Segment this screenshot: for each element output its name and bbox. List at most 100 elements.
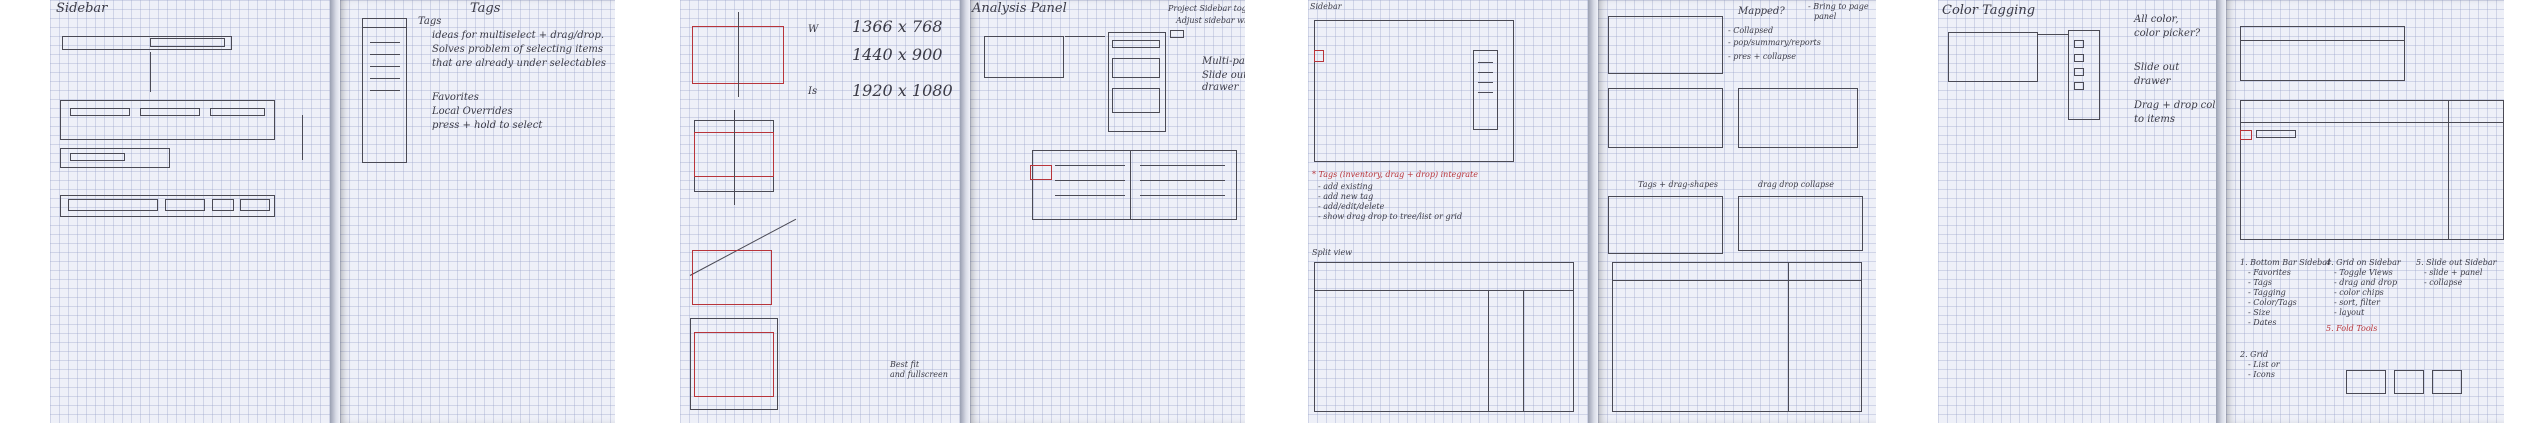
sketch-page-1-right: Tags Tags ideas for multiselect + drag/d… bbox=[340, 0, 615, 423]
sidebar-item-line bbox=[370, 78, 400, 79]
pane-note: Multi-pane bbox=[1202, 56, 1245, 67]
mapped-note: - pres + collapse bbox=[1728, 52, 1796, 61]
bottom-note-d: - Icons bbox=[2248, 370, 2275, 379]
grid-line bbox=[1140, 195, 1225, 196]
wireframe-window bbox=[1948, 32, 2038, 82]
bottom-note-a: 1. Bottom Bar Sidebar bbox=[2240, 258, 2331, 267]
sidebar-item-line bbox=[370, 66, 400, 67]
wireframe-row bbox=[2256, 130, 2296, 138]
color-chip bbox=[2074, 68, 2084, 76]
sidebar-item-line bbox=[1478, 92, 1493, 93]
wireframe-field bbox=[1112, 88, 1160, 113]
tags-list-item: Local Overrides bbox=[432, 106, 513, 117]
mapped-title: Mapped? bbox=[1738, 6, 1785, 17]
sketch-page-2-left: W 1366 x 768 1440 x 900 Is 1920 x 1080 B… bbox=[680, 0, 960, 423]
bottom-note-a: - Tags bbox=[2248, 278, 2272, 287]
pane-note: drawer bbox=[1202, 82, 1239, 93]
section-label: Tags + drag-shapes bbox=[1638, 180, 1719, 189]
bottom-note-b: 4. Grid on Sidebar bbox=[2326, 258, 2401, 267]
arrow-line bbox=[738, 12, 739, 97]
bottom-note-c: 5. Slide out Sidebar bbox=[2416, 258, 2497, 267]
wireframe-field bbox=[1112, 40, 1160, 48]
wireframe-header bbox=[362, 18, 407, 28]
wireframe-window bbox=[1314, 262, 1574, 412]
bottom-note-b: 5. Fold Tools bbox=[2326, 324, 2378, 333]
bottom-note-b: - layout bbox=[2334, 308, 2365, 317]
tag-note: - add/edit/delete bbox=[1318, 202, 1385, 211]
wireframe-window bbox=[1608, 88, 1723, 148]
wireframe-screen bbox=[694, 332, 774, 397]
sidebar-item-line bbox=[1478, 72, 1493, 73]
wireframe-selection bbox=[1030, 165, 1052, 180]
sketch-page-3-left: Sidebar * Tags (inventory, drag + drop) … bbox=[1308, 0, 1588, 423]
bottom-note-b: - drag and drop bbox=[2334, 278, 2398, 287]
color-note: All color, bbox=[2134, 14, 2179, 25]
wireframe-window bbox=[1738, 88, 1858, 148]
notebook-gutter bbox=[2216, 0, 2226, 423]
split-divider bbox=[1523, 290, 1524, 412]
color-chip bbox=[2074, 54, 2084, 62]
section-label: drag drop collapse bbox=[1758, 180, 1834, 189]
wireframe-field bbox=[70, 153, 125, 161]
bottom-note-a: - Dates bbox=[2248, 318, 2277, 327]
sidebar-item-line bbox=[1478, 82, 1493, 83]
bottom-note-a: - Tagging bbox=[2248, 288, 2286, 297]
wireframe-window bbox=[1738, 196, 1863, 251]
right-note: Adjust sidebar width bbox=[1176, 16, 1245, 25]
tag-note: - add existing bbox=[1318, 182, 1373, 191]
grid-line bbox=[1055, 180, 1125, 181]
wireframe-thumb bbox=[2346, 370, 2386, 394]
sidebar-item-line bbox=[370, 90, 400, 91]
tag-note: - add new tag bbox=[1318, 192, 1374, 201]
wireframe-selection bbox=[2240, 130, 2252, 140]
tags-list-item: Favorites bbox=[432, 92, 479, 103]
color-chip bbox=[2074, 82, 2084, 90]
notebook-gutter bbox=[330, 0, 340, 423]
wireframe-panel bbox=[60, 100, 275, 140]
wireframe-field bbox=[165, 199, 205, 211]
mapped-note: - pop/summary/reports bbox=[1728, 38, 1821, 47]
tag-note: * Tags (inventory, drag + drop) integrat… bbox=[1312, 170, 1478, 179]
tag-note: - show drag drop to tree/list or grid bbox=[1318, 212, 1463, 221]
bottom-note-c: - collapse bbox=[2424, 278, 2463, 287]
grid-line bbox=[1055, 165, 1125, 166]
right-note: Project Sidebar toggled bbox=[1168, 4, 1245, 13]
bottom-note-b: - color chips bbox=[2334, 288, 2384, 297]
sketch-page-1-left: Sidebar bbox=[50, 0, 330, 423]
mapped-note: - Bring to page bbox=[1808, 2, 1869, 11]
grid-line bbox=[1140, 180, 1225, 181]
wireframe-field bbox=[68, 199, 158, 211]
sketch-page-4-left: Color Tagging All color, color picker? S… bbox=[1938, 0, 2216, 423]
bottom-note-a: - Size bbox=[2248, 308, 2271, 317]
color-chip bbox=[2074, 40, 2084, 48]
wireframe-window bbox=[1608, 196, 1723, 254]
sidebar-item-line bbox=[1478, 62, 1493, 63]
resolution-value: 1920 x 1080 bbox=[852, 81, 953, 100]
wireframe-field bbox=[1112, 58, 1160, 78]
bottom-note-a: - Color/Tags bbox=[2248, 298, 2297, 307]
wireframe-field bbox=[140, 108, 200, 116]
mapped-note: - Collapsed bbox=[1728, 26, 1774, 35]
page-title: Sidebar bbox=[56, 1, 108, 16]
color-note: drawer bbox=[2134, 76, 2171, 87]
arrow-line bbox=[734, 110, 735, 205]
wireframe-window bbox=[2240, 100, 2504, 240]
wireframe-field bbox=[210, 108, 265, 116]
resolution-value: 1366 x 768 bbox=[852, 17, 943, 36]
split-divider bbox=[1788, 262, 1789, 412]
sketch-page-2-right: Analysis Panel Project Sidebar toggled A… bbox=[970, 0, 1245, 423]
split-divider bbox=[2448, 100, 2449, 240]
page-title: Sidebar bbox=[1310, 2, 1342, 11]
color-note: Slide out bbox=[2134, 62, 2180, 73]
arrow-line bbox=[302, 115, 303, 160]
sketch-page-3-right: Mapped? - Bring to page panel - Collapse… bbox=[1598, 0, 1876, 423]
analysis-title: Analysis Panel bbox=[972, 1, 1067, 16]
wireframe-thumb bbox=[2394, 370, 2424, 394]
toolbar-line bbox=[1612, 280, 1862, 281]
tags-note-line: Tags bbox=[418, 16, 442, 27]
resolution-value: 1440 x 900 bbox=[852, 45, 943, 64]
wireframe-selection bbox=[1314, 50, 1324, 62]
wireframe-thumb bbox=[2432, 370, 2462, 394]
tags-title: Tags bbox=[470, 1, 501, 16]
bottom-note-d: - List or bbox=[2248, 360, 2280, 369]
